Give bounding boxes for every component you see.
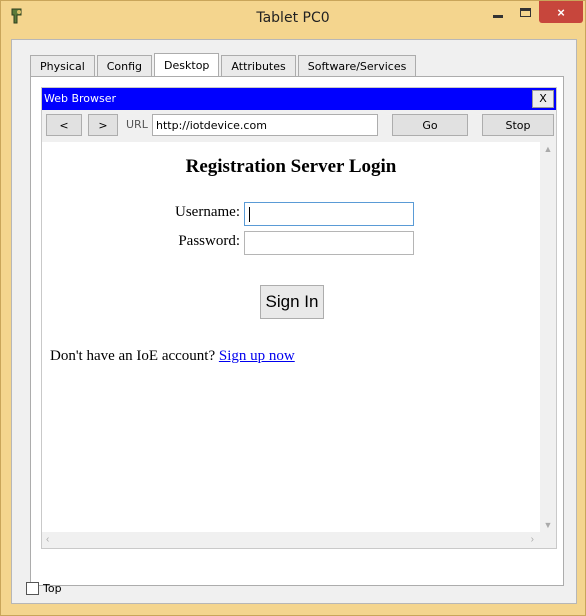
password-field[interactable] [244, 231, 414, 255]
tab-config[interactable]: Config [96, 55, 153, 76]
tab-physical[interactable]: Physical [30, 55, 95, 76]
minimize-icon [493, 14, 503, 18]
page-title: Registration Server Login [185, 156, 397, 177]
top-checkbox-label: Top [43, 582, 62, 595]
top-option: Top [26, 582, 62, 595]
username-field[interactable] [244, 202, 414, 226]
stop-button[interactable]: Stop [482, 114, 554, 136]
window-client-area: Physical Config Desktop Attributes Softw… [11, 39, 577, 604]
close-button[interactable]: × [539, 1, 583, 23]
scroll-left-icon[interactable]: ‹ [46, 534, 49, 545]
top-checkbox[interactable] [26, 582, 39, 595]
desktop-tab-panel: Web Browser X < > URL Go Stop Registrati… [30, 76, 564, 586]
forward-button[interactable]: > [88, 114, 118, 136]
go-button[interactable]: Go [392, 114, 468, 136]
tab-software-services[interactable]: Software/Services [297, 55, 417, 76]
maximize-button[interactable] [513, 1, 537, 23]
scroll-right-icon[interactable]: › [531, 534, 534, 545]
browser-nav-bar: < > URL Go Stop [42, 114, 556, 138]
url-label: URL [126, 118, 148, 131]
window-titlebar[interactable]: Tablet PC0 × [1, 1, 585, 35]
back-button[interactable]: < [46, 114, 82, 136]
close-icon: × [557, 4, 565, 20]
horizontal-scrollbar[interactable]: ‹ › [42, 532, 556, 548]
sign-up-link[interactable]: Sign up now [219, 348, 295, 364]
tab-desktop[interactable]: Desktop [154, 53, 220, 77]
maximize-icon [519, 7, 531, 17]
browser-close-button[interactable]: X [532, 90, 554, 108]
text-caret [249, 207, 250, 222]
password-label: Password: [178, 233, 240, 249]
vertical-scrollbar[interactable]: ▲ ▼ [540, 142, 556, 532]
tab-attributes[interactable]: Attributes [221, 55, 296, 76]
signup-prompt-text: Don't have an IoE account? [50, 348, 219, 364]
tab-bar: Physical Config Desktop Attributes Softw… [30, 53, 418, 77]
browser-title: Web Browser [44, 92, 117, 105]
username-label: Username: [175, 204, 240, 220]
tablet-pc-window: Tablet PC0 × Physical Config Desktop Att… [0, 0, 586, 616]
browser-viewport: Registration Server Login Username: Pass… [42, 142, 556, 532]
browser-titlebar: Web Browser X [42, 88, 556, 110]
url-input[interactable] [152, 114, 378, 136]
signup-prompt: Don't have an IoE account? Sign up now [50, 348, 295, 365]
minimize-button[interactable] [485, 1, 511, 23]
sign-in-button[interactable]: Sign In [260, 285, 324, 319]
scroll-up-icon[interactable]: ▲ [543, 144, 553, 154]
web-browser: Web Browser X < > URL Go Stop Registrati… [41, 87, 557, 549]
scroll-down-icon[interactable]: ▼ [543, 520, 553, 530]
